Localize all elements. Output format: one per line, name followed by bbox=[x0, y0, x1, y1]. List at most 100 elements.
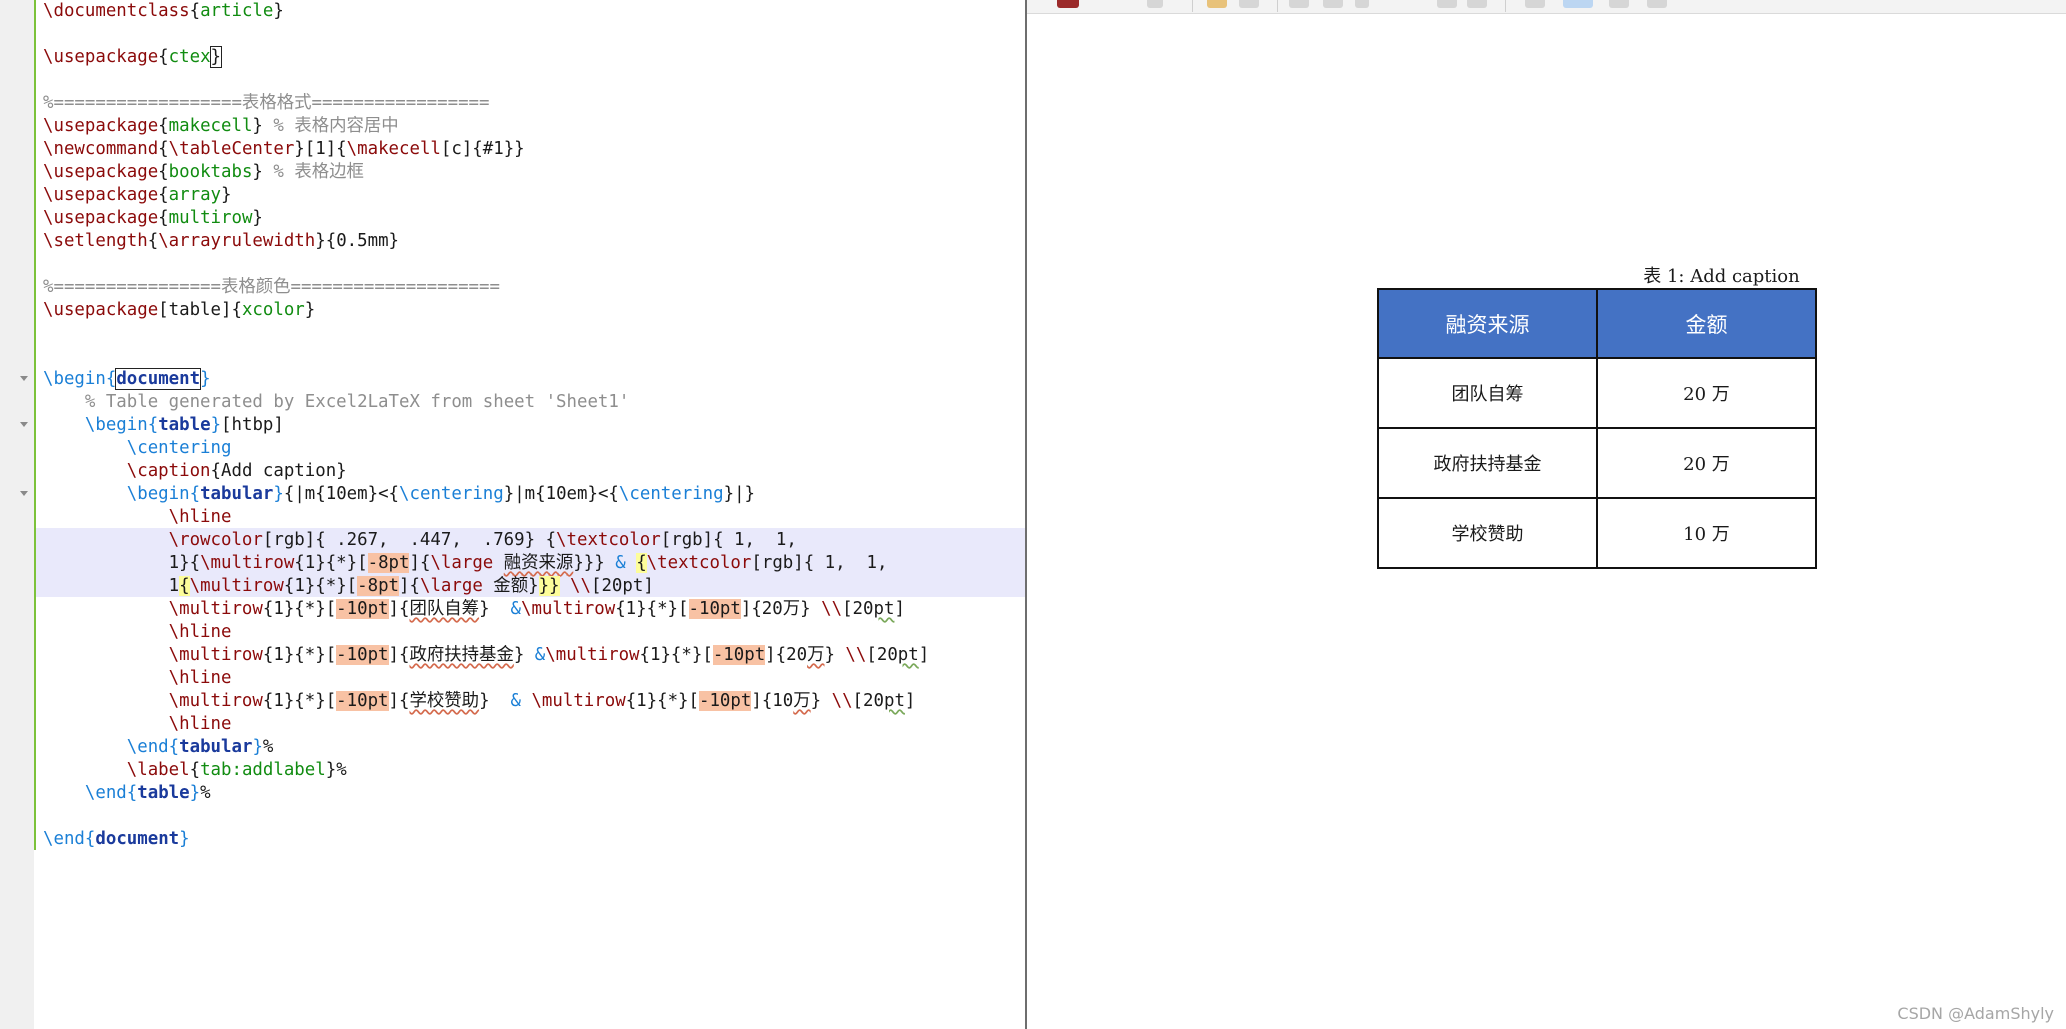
code-line[interactable]: \label{tab:addlabel}% bbox=[43, 759, 929, 782]
latex-command: \multirow bbox=[168, 691, 263, 711]
code-line[interactable]: \usepackage[table]{xcolor} bbox=[43, 299, 929, 322]
code-line[interactable]: \usepackage{ctex} bbox=[43, 46, 929, 69]
code-text: ]{ bbox=[388, 645, 410, 665]
fold-toggle-icon[interactable] bbox=[20, 422, 28, 427]
latex-environment-keyword: \end bbox=[84, 783, 127, 803]
code-line[interactable]: \multirow{1}{*}[-10pt]{政府扶持基金} &\multiro… bbox=[43, 644, 929, 667]
latex-environment-keyword: } bbox=[179, 829, 190, 849]
comment-text: % 表格内容居中 bbox=[273, 116, 399, 136]
code-line[interactable]: \multirow{1}{*}[-10pt]{学校赞助} & \multirow… bbox=[43, 690, 929, 713]
code-line[interactable]: \multirow{1}{*}[-10pt]{团队自筹} &\multirow{… bbox=[43, 598, 929, 621]
code-line[interactable]: \hline bbox=[43, 667, 929, 690]
code-line[interactable]: \begin{table}[htbp] bbox=[43, 414, 929, 437]
code-line[interactable]: \usepackage{multirow} bbox=[43, 207, 929, 230]
code-text: } bbox=[824, 645, 846, 665]
code-line[interactable]: \usepackage{array} bbox=[43, 184, 929, 207]
latex-environment-keyword: { bbox=[168, 737, 180, 757]
latex-command: \usepackage bbox=[43, 208, 159, 228]
pdf-icon[interactable] bbox=[1057, 0, 1079, 8]
code-editor[interactable]: \documentclass{article} \usepackage{ctex… bbox=[0, 0, 1025, 1029]
flagged-text: pt bbox=[873, 599, 895, 619]
code-line[interactable] bbox=[43, 345, 929, 368]
latex-environment-keyword: \centering bbox=[126, 438, 232, 458]
environment-name: document bbox=[115, 368, 202, 390]
environment-name: table bbox=[137, 783, 190, 803]
comment-text: %==================表格格式================= bbox=[43, 93, 490, 113]
code-line[interactable]: \usepackage{makecell} % 表格内容居中 bbox=[43, 115, 929, 138]
latex-command: \multirow bbox=[520, 599, 616, 619]
code-text: ]{ bbox=[388, 599, 410, 619]
code-line[interactable] bbox=[43, 322, 929, 345]
fold-toggle-icon[interactable] bbox=[20, 376, 28, 381]
code-line[interactable] bbox=[43, 805, 929, 828]
latex-command: \textcolor bbox=[556, 530, 661, 550]
code-text: % bbox=[262, 737, 274, 757]
last-page-icon[interactable] bbox=[1467, 0, 1487, 8]
code-text: { bbox=[158, 139, 169, 159]
code-text: }|m{10em}<{ bbox=[503, 484, 619, 504]
misspelled-text: 万 bbox=[793, 691, 811, 711]
code-text: } bbox=[800, 599, 822, 619]
code-line[interactable]: \hline bbox=[43, 713, 929, 736]
comment-text: %================表格颜色===================… bbox=[43, 277, 500, 297]
code-text: {1}{*}[ bbox=[639, 645, 713, 665]
code-line[interactable] bbox=[43, 253, 929, 276]
code-line[interactable]: %================表格颜色===================… bbox=[43, 276, 929, 299]
toolbar-separator bbox=[1505, 0, 1506, 12]
code-line[interactable]: \usepackage{booktabs} % 表格边框 bbox=[43, 161, 929, 184]
latex-environment-keyword: { bbox=[84, 829, 96, 849]
code-line[interactable]: \end{table}% bbox=[43, 782, 929, 805]
code-line[interactable] bbox=[43, 23, 929, 46]
table-cell: 10 万 bbox=[1596, 497, 1817, 569]
latex-environment-keyword: } bbox=[200, 369, 211, 389]
code-line[interactable]: \centering bbox=[43, 437, 929, 460]
code-line[interactable]: \documentclass{article} bbox=[43, 0, 929, 23]
code-line[interactable]: \setlength{\arrayrulewidth}{0.5mm} bbox=[43, 230, 929, 253]
code-line[interactable]: \newcommand{\tableCenter}[1]{\makecell[c… bbox=[43, 138, 929, 161]
latex-command: \rowcolor bbox=[168, 530, 263, 550]
code-line[interactable]: % Table generated by Excel2LaTeX from sh… bbox=[43, 391, 929, 414]
code-line[interactable]: \begin{document} bbox=[43, 368, 929, 391]
table-caption-text: 表 1: Add caption bbox=[1643, 266, 1800, 287]
back-icon[interactable] bbox=[1207, 0, 1227, 8]
flagged-text: pt bbox=[883, 691, 905, 711]
fit-icon[interactable] bbox=[1147, 0, 1163, 8]
code-line[interactable]: \end{document} bbox=[43, 828, 929, 851]
latex-command: \large bbox=[419, 576, 483, 596]
page-input-icon[interactable] bbox=[1355, 0, 1369, 8]
code-line[interactable]: 1{\multirow{1}{*}[-8pt]{\large 金额}}} \\[… bbox=[43, 575, 929, 598]
prev-page-icon[interactable] bbox=[1323, 0, 1343, 8]
double-continuous-icon[interactable] bbox=[1647, 0, 1667, 8]
latex-command: \hline bbox=[168, 622, 232, 642]
code-line[interactable]: \rowcolor[rgb]{ .267, .447, .769} {\text… bbox=[43, 529, 929, 552]
latex-command: \large bbox=[430, 553, 494, 573]
first-page-icon[interactable] bbox=[1289, 0, 1309, 8]
code-line[interactable]: \begin{tabular}{|m{10em}<{\centering}|m{… bbox=[43, 483, 929, 506]
code-line[interactable]: %==================表格格式================= bbox=[43, 92, 929, 115]
code-text: ]{20 bbox=[740, 599, 783, 619]
code-line[interactable]: 1}{\multirow{1}{*}[-8pt]{\large 融资来源}}} … bbox=[43, 552, 929, 575]
forward-icon[interactable] bbox=[1239, 0, 1259, 8]
table-row: 团队自筹 20 万 bbox=[1377, 357, 1817, 429]
code-line[interactable]: \hline bbox=[43, 506, 929, 529]
code-text: } bbox=[252, 162, 274, 182]
latex-source[interactable]: \documentclass{article} \usepackage{ctex… bbox=[43, 0, 929, 851]
next-page-icon[interactable] bbox=[1437, 0, 1457, 8]
environment-name: tabular bbox=[200, 484, 274, 504]
table-cell: 政府扶持基金 bbox=[1377, 427, 1598, 499]
fold-toggle-icon[interactable] bbox=[20, 491, 28, 496]
code-line[interactable]: \hline bbox=[43, 621, 929, 644]
double-page-icon[interactable] bbox=[1609, 0, 1629, 8]
code-text: } bbox=[304, 300, 316, 320]
code-line[interactable] bbox=[43, 69, 929, 92]
code-text: ]{ bbox=[409, 553, 431, 573]
code-line[interactable]: \end{tabular}% bbox=[43, 736, 929, 759]
code-text: [c]{#1}} bbox=[440, 139, 525, 159]
continuous-page-icon[interactable] bbox=[1563, 0, 1593, 8]
single-page-icon[interactable] bbox=[1525, 0, 1545, 8]
code-line[interactable]: \caption{Add caption} bbox=[43, 460, 929, 483]
